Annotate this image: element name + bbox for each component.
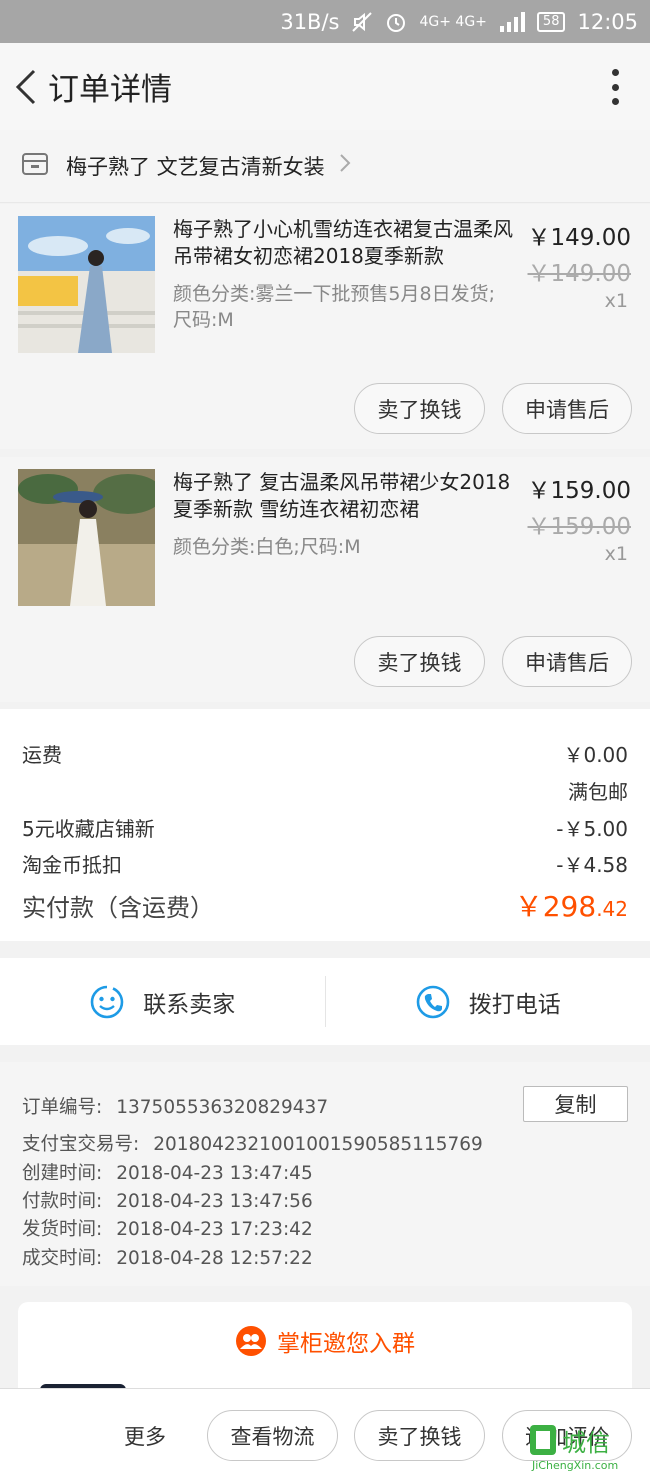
total-value: ￥298.42 — [515, 885, 628, 925]
aftersale-button[interactable]: 申请售后 — [502, 636, 632, 687]
shop-name: 梅子熟了 文艺复古清新女装 — [66, 155, 325, 179]
chat-face-icon — [90, 985, 124, 1018]
alipay-number: 2018042321001001590585115769 — [153, 1134, 483, 1155]
sell-button[interactable]: 卖了换钱 — [354, 636, 485, 687]
item-quantity: x1 — [604, 290, 628, 312]
item-title[interactable]: 梅子熟了小心机雪纺连衣裙复古温柔风吊带裙女初恋裙2018夏季新款 — [173, 216, 523, 270]
item-price: ￥149.00 — [527, 225, 631, 251]
total-integer: 298 — [542, 890, 597, 923]
battery-icon: 58 — [536, 11, 566, 32]
title-bar: 订单详情 — [0, 43, 650, 130]
shipping-value: ￥0.00 — [563, 743, 628, 767]
sell-button[interactable]: 卖了换钱 — [354, 1410, 485, 1461]
more-button[interactable]: 更多 — [124, 1421, 166, 1451]
item-original-price: ￥149.00 — [527, 261, 631, 287]
order-info: 订单编号: 137505536320829437 复制 支付宝交易号: 201804… — [0, 1062, 650, 1286]
mute-icon — [351, 11, 373, 33]
order-number-row: 订单编号: 137505536320829437 — [22, 1093, 328, 1119]
created-label: 创建时间: — [22, 1163, 103, 1184]
alipay-row: 支付宝交易号: 2018042321001001590585115769 — [22, 1130, 483, 1156]
shipped-time: 2018-04-23 17:23:42 — [116, 1219, 313, 1240]
alipay-label: 支付宝交易号: — [22, 1134, 140, 1155]
paid-time: 2018-04-23 13:47:56 — [116, 1191, 313, 1212]
item-title[interactable]: 梅子熟了 复古温柔风吊带裙少女2018夏季新款 雪纺连衣裙初恋裙 — [173, 469, 523, 523]
discount-value: -￥5.00 — [556, 817, 628, 841]
order-item[interactable]: 梅子熟了 复古温柔风吊带裙少女2018夏季新款 雪纺连衣裙初恋裙 颜色分类:白色… — [0, 457, 650, 702]
item-quantity: x1 — [604, 543, 628, 565]
order-item[interactable]: 梅子熟了小心机雪纺连衣裙复古温柔风吊带裙女初恋裙2018夏季新款 颜色分类:雾兰… — [0, 204, 650, 449]
item-original-price: ￥159.00 — [527, 514, 631, 540]
contact-bar: 联系卖家 拨打电话 — [0, 958, 650, 1045]
contact-seller-button[interactable]: 联系卖家 — [0, 958, 325, 1045]
alarm-icon — [385, 11, 407, 33]
status-bar: 31B/s 4G+ 4G+ 58 12:05 — [0, 0, 650, 43]
group-invite-title-row: 掌柜邀您入群 — [18, 1324, 632, 1358]
signal-icon — [499, 11, 525, 32]
call-phone-label: 拨打电话 — [468, 991, 561, 1018]
shipping-row: 运费 ￥0.00 — [22, 739, 628, 768]
fee-summary: 运费 ￥0.00 满包邮 5元收藏店铺新 -￥5.00 淘金币抵扣 -￥4.58… — [0, 709, 650, 941]
created-row: 创建时间: 2018-04-23 13:47:45 — [22, 1159, 313, 1185]
order-number-label: 订单编号: — [22, 1097, 103, 1118]
paid-row: 付款时间: 2018-04-23 13:47:56 — [22, 1187, 313, 1213]
completed-row: 成交时间: 2018-04-28 12:57:22 — [22, 1244, 313, 1270]
copy-button[interactable]: 复制 — [523, 1086, 628, 1122]
paid-label: 付款时间: — [22, 1191, 103, 1212]
sell-button[interactable]: 卖了换钱 — [354, 383, 485, 434]
more-options-icon[interactable] — [612, 69, 620, 105]
view-logistics-button[interactable]: 查看物流 — [207, 1410, 338, 1461]
network-label: 4G+ 4G+ — [419, 13, 487, 30]
coin-deduction-value: -￥4.58 — [556, 853, 628, 877]
chevron-right-icon — [339, 153, 351, 179]
watermark-logo: 城信 JiChengXin.com — [528, 1423, 646, 1473]
shop-row[interactable]: 梅子熟了 文艺复古清新女装 — [0, 130, 650, 203]
total-decimal: .42 — [596, 897, 628, 921]
created-time: 2018-04-23 13:47:45 — [116, 1163, 313, 1184]
completed-time: 2018-04-28 12:57:22 — [116, 1248, 313, 1269]
coin-deduction-label: 淘金币抵扣 — [22, 853, 122, 877]
product-image[interactable] — [18, 216, 155, 353]
shipping-label: 运费 — [22, 743, 62, 767]
order-number: 137505536320829437 — [116, 1097, 329, 1118]
back-icon[interactable] — [6, 57, 46, 117]
shipping-note: 满包邮 — [568, 780, 628, 804]
product-image[interactable] — [18, 469, 155, 606]
bottom-action-bar: 更多 查看物流 卖了换钱 追加评价 城信 JiChengXin.com — [0, 1388, 650, 1479]
completed-label: 成交时间: — [22, 1248, 103, 1269]
coin-deduction-row: 淘金币抵扣 -￥4.58 — [22, 849, 628, 878]
watermark-text: 城信 — [562, 1429, 610, 1457]
clock: 12:05 — [577, 9, 638, 34]
discount-label: 5元收藏店铺新 — [22, 817, 155, 841]
shipping-note-row: 满包邮 — [22, 776, 628, 805]
shipped-row: 发货时间: 2018-04-23 17:23:42 — [22, 1215, 313, 1241]
total-label: 实付款（含运费） — [22, 894, 214, 922]
total-currency: ￥ — [514, 890, 543, 923]
item-spec: 颜色分类:白色;尺码:M — [173, 536, 361, 558]
call-phone-button[interactable]: 拨打电话 — [326, 958, 650, 1045]
watermark-url: JiChengXin.com — [531, 1459, 618, 1472]
phone-icon — [416, 985, 450, 1018]
contact-seller-label: 联系卖家 — [143, 991, 236, 1018]
item-price: ￥159.00 — [527, 478, 631, 504]
net-speed: 31B/s — [280, 9, 340, 34]
page-title: 订单详情 — [48, 72, 172, 108]
total-row: 实付款（含运费） ￥298.42 — [22, 885, 628, 925]
group-icon — [236, 1326, 266, 1356]
discount-row: 5元收藏店铺新 -￥5.00 — [22, 813, 628, 842]
item-spec: 颜色分类:雾兰一下批预售5月8日发货;尺码:M — [173, 283, 495, 331]
group-invite-title: 掌柜邀您入群 — [277, 1331, 415, 1357]
aftersale-button[interactable]: 申请售后 — [502, 383, 632, 434]
shop-icon — [22, 152, 48, 180]
shipped-label: 发货时间: — [22, 1219, 103, 1240]
